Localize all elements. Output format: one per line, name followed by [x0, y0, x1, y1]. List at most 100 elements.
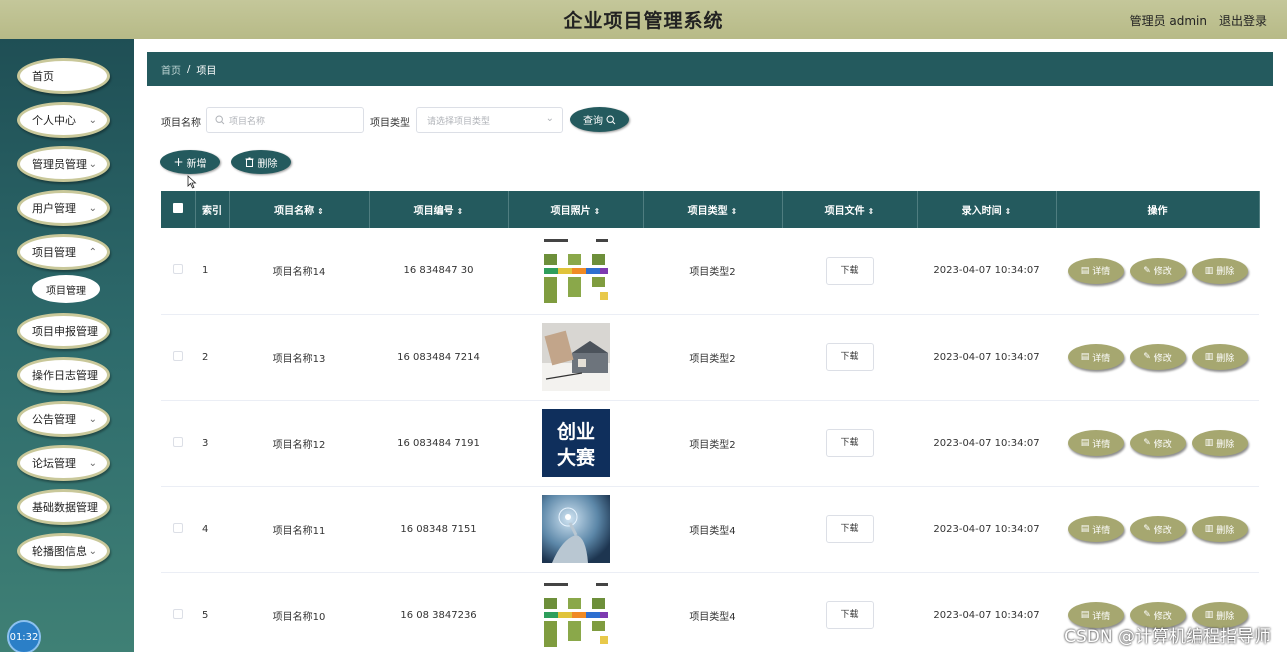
delete-row-button[interactable]: ▥ 删除 — [1191, 344, 1248, 370]
sort-icon[interactable]: ⇕ — [594, 207, 601, 216]
row-type: 项目类型2 — [643, 228, 782, 315]
row-code: 16 08 3847236 — [369, 572, 508, 652]
column-header-code[interactable]: 项目编号 ⇕ — [369, 191, 509, 228]
sidebar-item-label: 首页 — [32, 70, 54, 83]
edit-label: 修改 — [1153, 525, 1172, 536]
project-type-select[interactable]: 请选择项目类型 ⌄ — [416, 107, 563, 133]
delete-row-button[interactable]: ▥ 删除 — [1191, 430, 1248, 456]
sort-icon[interactable]: ⇕ — [457, 207, 464, 216]
row-checkbox[interactable] — [173, 350, 183, 361]
detail-button[interactable]: ▤ 详情 — [1067, 516, 1124, 542]
row-type: 项目类型4 — [643, 486, 782, 573]
column-header-index: 索引 — [195, 191, 230, 228]
row-select-cell[interactable] — [161, 314, 195, 401]
sidebar-item-project-applications[interactable]: 项目申报管理 ⌄ — [17, 313, 110, 349]
download-button[interactable]: 下载 — [825, 256, 874, 285]
sidebar-item-operation-logs[interactable]: 操作日志管理 ⌄ — [17, 357, 110, 393]
sidebar-item-home[interactable]: 首页 — [17, 58, 110, 94]
row-index: 4 — [195, 486, 229, 573]
column-header-file[interactable]: 项目文件 ⇕ — [782, 191, 918, 228]
column-header-label: 项目名称 — [274, 206, 315, 217]
detail-label: 详情 — [1092, 611, 1111, 622]
add-button[interactable]: + 新增 — [160, 150, 220, 174]
select-all-header[interactable] — [161, 191, 196, 228]
column-header-name[interactable]: 项目名称 ⇕ — [229, 191, 370, 228]
row-time: 2023-04-07 10:34:07 — [917, 314, 1056, 401]
sidebar-item-label: 论坛管理 — [32, 457, 76, 470]
edit-label: 修改 — [1153, 267, 1172, 278]
project-photo-flowchart[interactable] — [541, 236, 610, 305]
detail-button[interactable]: ▤ 详情 — [1067, 430, 1124, 456]
chevron-down-icon: ⌄ — [88, 502, 97, 513]
document-icon: ▤ — [1080, 438, 1090, 448]
sidebar-item-admins[interactable]: 管理员管理 ⌄ — [17, 146, 110, 182]
row-select-cell[interactable] — [161, 400, 195, 487]
sidebar-item-label: 轮播图信息 — [32, 545, 87, 558]
detail-button[interactable]: ▤ 详情 — [1067, 257, 1124, 284]
edit-button[interactable]: ✎ 修改 — [1129, 430, 1186, 456]
document-icon: ▤ — [1080, 524, 1090, 534]
delete-button-label: 删除 — [257, 158, 278, 170]
pencil-icon: ✎ — [1143, 265, 1151, 276]
edit-button[interactable]: ✎ 修改 — [1129, 257, 1186, 284]
row-select-cell[interactable] — [161, 228, 195, 315]
delete-row-button[interactable]: ▥ 删除 — [1191, 257, 1248, 284]
sidebar-item-users[interactable]: 用户管理 ⌄ — [17, 190, 110, 226]
row-checkbox[interactable] — [173, 608, 183, 619]
breadcrumb-separator: / — [187, 63, 191, 75]
query-button[interactable]: 查询 — [570, 107, 629, 132]
download-button[interactable]: 下载 — [825, 343, 874, 371]
sidebar-item-base-data[interactable]: 基础数据管理 ⌄ — [17, 489, 110, 525]
sidebar-item-announcements[interactable]: 公告管理 ⌄ — [17, 401, 110, 437]
detail-button[interactable]: ▤ 详情 — [1067, 344, 1124, 370]
sort-icon[interactable]: ⇕ — [317, 207, 324, 216]
row-checkbox[interactable] — [173, 264, 183, 275]
mouse-cursor-icon — [187, 175, 197, 189]
projects-table: 索引 项目名称 ⇕ 项目编号 ⇕ 项目照片 ⇕ 项目类型 ⇕ 项目文件 ⇕ 录入时间 ⇕ 操… — [161, 191, 1260, 652]
batch-delete-button[interactable]: 删除 — [231, 150, 291, 174]
sidebar-item-profile[interactable]: 个人中心 ⌄ — [17, 102, 110, 138]
sort-icon[interactable]: ⇕ — [868, 207, 875, 216]
column-header-time[interactable]: 录入时间 ⇕ — [917, 191, 1057, 228]
chevron-up-icon: ⌃ — [88, 247, 97, 258]
download-button[interactable]: 下载 — [825, 429, 874, 457]
pencil-icon: ✎ — [1143, 438, 1151, 448]
sidebar: 首页 个人中心 ⌄ 管理员管理 ⌄ 用户管理 ⌄ 项目管理 ⌃ 项目管理 项目申报管理 ⌄… — [0, 39, 134, 652]
edit-button[interactable]: ✎ 修改 — [1129, 344, 1186, 370]
sort-icon[interactable]: ⇕ — [731, 207, 738, 216]
row-index: 2 — [195, 314, 229, 401]
project-name-placeholder: 项目名称 — [229, 116, 266, 127]
project-photo-flowchart[interactable] — [541, 581, 610, 649]
chevron-down-icon: ⌄ — [88, 203, 97, 214]
row-checkbox[interactable] — [173, 436, 183, 447]
column-header-photo[interactable]: 项目照片 ⇕ — [508, 191, 644, 228]
project-type-placeholder: 请选择项目类型 — [427, 116, 491, 127]
document-icon: ▤ — [1080, 352, 1090, 362]
column-header-type[interactable]: 项目类型 ⇕ — [643, 191, 783, 228]
top-bar: 企业项目管理系统 管理员 admin 退出登录 — [0, 0, 1287, 39]
sidebar-item-forum[interactable]: 论坛管理 ⌄ — [17, 445, 110, 481]
sidebar-item-carousel[interactable]: 轮播图信息 ⌄ — [17, 533, 110, 569]
download-button[interactable]: 下载 — [825, 601, 874, 629]
delete-row-button[interactable]: ▥ 删除 — [1191, 516, 1248, 542]
chevron-down-icon: ⌄ — [88, 115, 97, 126]
logout-link[interactable]: 退出登录 — [1219, 12, 1267, 29]
project-photo-house-model[interactable] — [541, 323, 610, 391]
edit-label: 修改 — [1153, 611, 1172, 622]
row-photo-cell — [508, 486, 643, 573]
sidebar-subitem-projects[interactable]: 项目管理 — [32, 275, 100, 303]
project-photo-poster[interactable]: 创业 大赛 — [541, 409, 610, 477]
column-header-label: 录入时间 — [961, 206, 1002, 217]
edit-button[interactable]: ✎ 修改 — [1129, 516, 1186, 542]
project-name-input[interactable]: 项目名称 — [206, 107, 364, 133]
sidebar-item-projects[interactable]: 项目管理 ⌃ — [17, 234, 110, 270]
row-select-cell[interactable] — [161, 486, 195, 573]
row-select-cell[interactable] — [161, 572, 195, 652]
project-photo-tech-hand[interactable] — [541, 495, 610, 563]
sort-icon[interactable]: ⇕ — [1005, 207, 1012, 216]
download-button[interactable]: 下载 — [825, 515, 874, 543]
row-checkbox[interactable] — [173, 522, 183, 533]
breadcrumb-home[interactable]: 首页 — [161, 62, 181, 77]
row-file-cell: 下载 — [782, 486, 917, 573]
select-all-checkbox[interactable] — [172, 203, 183, 213]
